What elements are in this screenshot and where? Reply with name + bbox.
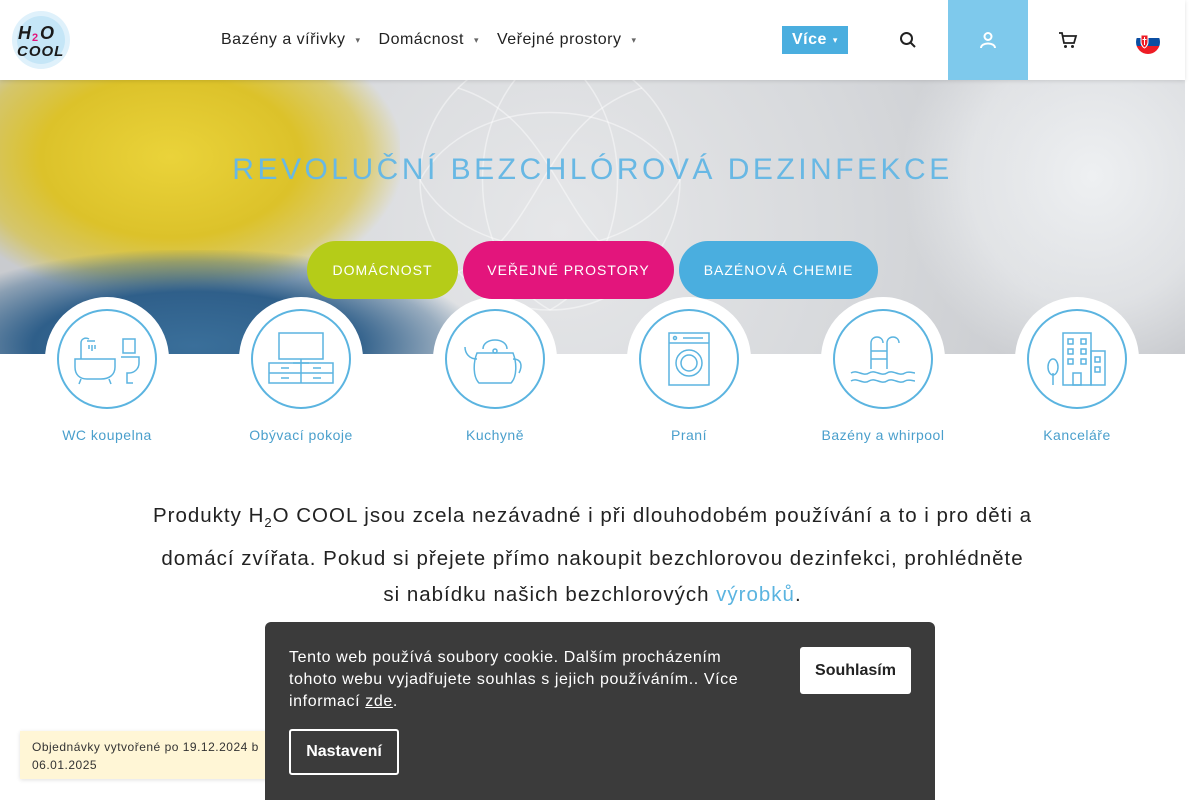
chevron-down-icon: ▾ xyxy=(832,34,838,45)
chevron-down-icon: ▾ xyxy=(473,34,479,45)
svg-text:COOL: COOL xyxy=(17,43,64,60)
more-menu-button[interactable]: Více ▾ xyxy=(782,26,848,54)
svg-text:H: H xyxy=(18,23,32,43)
search-button[interactable] xyxy=(868,0,948,80)
room-categories: WC koupelna Obývací pokoje Kuchyně Praní… xyxy=(0,297,1185,457)
office-building-icon xyxy=(1047,332,1106,386)
category-button-pool-chemistry[interactable]: BAZÉNOVÁ CHEMIE xyxy=(679,241,878,299)
user-account-button[interactable] xyxy=(948,0,1028,80)
bathtub-icon xyxy=(74,337,140,385)
pool-ladder-icon xyxy=(850,336,916,383)
main-navigation: Bazény a vířivky ▾ Domácnost ▾ Veřejné p… xyxy=(221,0,655,80)
room-item-bathroom[interactable]: WC koupelna xyxy=(10,297,204,443)
cart-button[interactable] xyxy=(1028,0,1108,80)
nav-item-public-spaces[interactable]: Veřejné prostory ▾ xyxy=(497,31,637,49)
products-link[interactable]: výrobků xyxy=(716,583,795,606)
search-icon xyxy=(900,32,916,48)
room-label: Kuchyně xyxy=(466,427,524,443)
cookie-consent-bar: Tento web používá soubory cookie. Dalším… xyxy=(265,622,935,800)
nav-item-label: Veřejné prostory xyxy=(496,31,622,48)
category-button-household[interactable]: DOMÁCNOST xyxy=(307,241,458,299)
category-button-public-spaces[interactable]: VEŘEJNÉ PROSTORY xyxy=(463,241,674,299)
cookie-settings-button[interactable]: Nastavení xyxy=(289,729,399,775)
cookie-accept-button[interactable]: Souhlasím xyxy=(800,647,911,694)
chevron-down-icon: ▾ xyxy=(631,34,637,45)
room-item-pools[interactable]: Bazény a whirpool xyxy=(786,297,980,443)
user-icon xyxy=(980,32,996,49)
slovak-flag-icon[interactable] xyxy=(1136,30,1160,54)
nav-item-label: Bazény a vířivky xyxy=(221,31,346,48)
nav-item-pools[interactable]: Bazény a vířivky ▾ xyxy=(221,31,361,49)
site-header: H 2 O COOL Bazény a vířivky ▾ Domácnost … xyxy=(0,0,1185,80)
room-label: Kanceláře xyxy=(1043,427,1111,443)
nav-item-label: Domácnost xyxy=(378,31,464,48)
kettle-icon xyxy=(464,339,522,384)
room-item-laundry[interactable]: Praní xyxy=(592,297,786,443)
tv-cabinet-icon xyxy=(268,332,334,384)
h2o-cool-logo[interactable]: H 2 O COOL xyxy=(10,10,76,70)
chevron-down-icon: ▾ xyxy=(355,34,361,45)
washing-machine-icon xyxy=(668,332,710,386)
cart-icon xyxy=(1059,32,1078,48)
room-item-offices[interactable]: Kanceláře xyxy=(980,297,1174,443)
hero-title: REVOLUČNÍ BEZCHLÓROVÁ DEZINFEKCE xyxy=(232,153,953,186)
more-menu-label: Více xyxy=(792,31,827,48)
cookie-message: Tento web používá soubory cookie. Dalším… xyxy=(289,649,739,710)
intro-paragraph: Produkty H2O COOL jsou zcela nezávadné i… xyxy=(152,504,1033,607)
room-item-kitchen[interactable]: Kuchyně xyxy=(398,297,592,443)
room-item-living-room[interactable]: Obývací pokoje xyxy=(204,297,398,443)
cookie-info-link[interactable]: zde xyxy=(365,693,393,710)
nav-item-household[interactable]: Domácnost ▾ xyxy=(379,31,479,49)
room-label: Praní xyxy=(671,427,707,443)
room-label: Obývací pokoje xyxy=(249,427,353,443)
room-label: Bazény a whirpool xyxy=(821,427,945,443)
room-label: WC koupelna xyxy=(62,427,152,443)
svg-text:O: O xyxy=(40,23,54,43)
